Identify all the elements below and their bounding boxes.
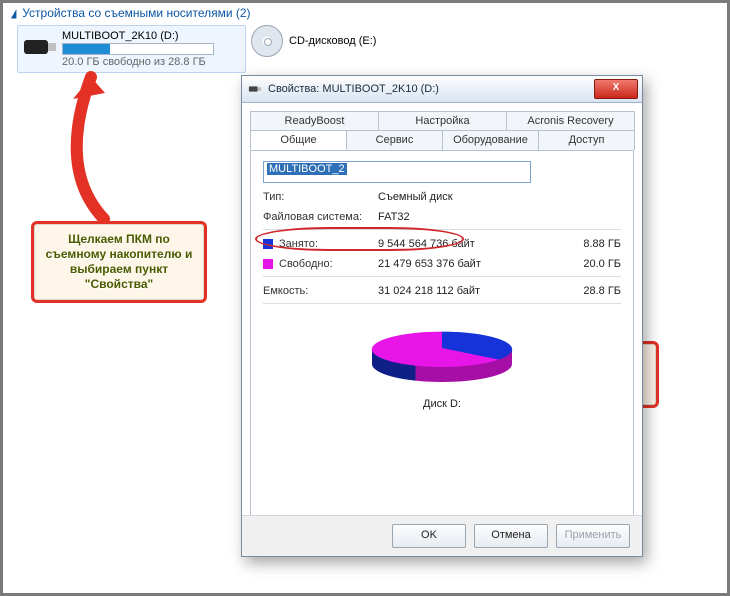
capacity-bytes: 31 024 218 112 байт bbox=[378, 285, 561, 297]
fs-label: Файловая система: bbox=[263, 211, 378, 223]
tab-row-secondary: ReadyBoost Настройка Acronis Recovery bbox=[250, 111, 634, 131]
disk-label: Диск D: bbox=[263, 398, 621, 410]
dialog-button-row: OK Отмена Применить bbox=[242, 515, 642, 556]
callout-left: Щелкаем ПКМ по съемному накопителю и выб… bbox=[31, 221, 207, 303]
tab-acronis[interactable]: Acronis Recovery bbox=[506, 111, 635, 130]
cd-drive-icon bbox=[251, 25, 283, 57]
section-header-label: Устройства со съемными носителями (2) bbox=[22, 6, 250, 20]
drive-small-icon bbox=[248, 82, 262, 96]
type-value: Съемный диск bbox=[378, 191, 621, 203]
tab-hardware[interactable]: Оборудование bbox=[442, 130, 539, 150]
window-close-button[interactable]: X bbox=[594, 79, 638, 99]
drive-usb-capacity-bar bbox=[62, 43, 214, 55]
volume-name-input[interactable]: MULTIBOOT_2 bbox=[263, 161, 531, 183]
capacity-gb: 28.8 ГБ bbox=[561, 285, 621, 297]
tab-settings[interactable]: Настройка bbox=[378, 111, 507, 130]
used-bytes: 9 544 564 736 байт bbox=[378, 238, 561, 250]
separator bbox=[263, 276, 621, 277]
separator bbox=[263, 303, 621, 304]
used-gb: 8.88 ГБ bbox=[561, 238, 621, 250]
free-gb: 20.0 ГБ bbox=[561, 258, 621, 270]
drive-cd[interactable]: CD-дисковод (E:) bbox=[251, 25, 376, 57]
free-label: Свободно: bbox=[279, 258, 333, 270]
dialog-title: Свойства: MULTIBOOT_2K10 (D:) bbox=[268, 83, 588, 95]
free-swatch-icon bbox=[263, 259, 273, 269]
properties-dialog: Свойства: MULTIBOOT_2K10 (D:) X ReadyBoo… bbox=[241, 75, 643, 557]
usage-pie-chart bbox=[372, 314, 512, 394]
drive-cd-title: CD-дисковод (E:) bbox=[289, 35, 376, 47]
capacity-label: Емкость: bbox=[263, 285, 378, 297]
arrow-left-icon bbox=[49, 59, 139, 224]
drive-usb[interactable]: MULTIBOOT_2K10 (D:) 20.0 ГБ свободно из … bbox=[17, 25, 246, 73]
free-bytes: 21 479 653 376 байт bbox=[378, 258, 561, 270]
tab-sharing[interactable]: Доступ bbox=[538, 130, 635, 150]
fs-value: FAT32 bbox=[378, 211, 621, 223]
tab-tools[interactable]: Сервис bbox=[346, 130, 443, 150]
tab-row-primary: Общие Сервис Оборудование Доступ bbox=[250, 130, 634, 151]
type-label: Тип: bbox=[263, 191, 378, 203]
drive-usb-subtitle: 20.0 ГБ свободно из 28.8 ГБ bbox=[62, 56, 214, 68]
tab-general[interactable]: Общие bbox=[250, 130, 347, 150]
tab-body-general: MULTIBOOT_2 Тип:Съемный диск Файловая си… bbox=[250, 151, 634, 524]
separator bbox=[263, 229, 621, 230]
ok-button[interactable]: OK bbox=[392, 524, 466, 548]
used-label: Занято: bbox=[279, 238, 318, 250]
section-header[interactable]: ◢ Устройства со съемными носителями (2) bbox=[9, 6, 251, 20]
usb-drive-icon bbox=[24, 37, 56, 61]
used-swatch-icon bbox=[263, 239, 273, 249]
tab-readyboost[interactable]: ReadyBoost bbox=[250, 111, 379, 130]
drive-usb-title: MULTIBOOT_2K10 (D:) bbox=[62, 30, 214, 42]
dialog-titlebar[interactable]: Свойства: MULTIBOOT_2K10 (D:) X bbox=[242, 76, 642, 103]
apply-button[interactable]: Применить bbox=[556, 524, 630, 548]
collapse-triangle-icon: ◢ bbox=[11, 6, 17, 20]
cancel-button[interactable]: Отмена bbox=[474, 524, 548, 548]
